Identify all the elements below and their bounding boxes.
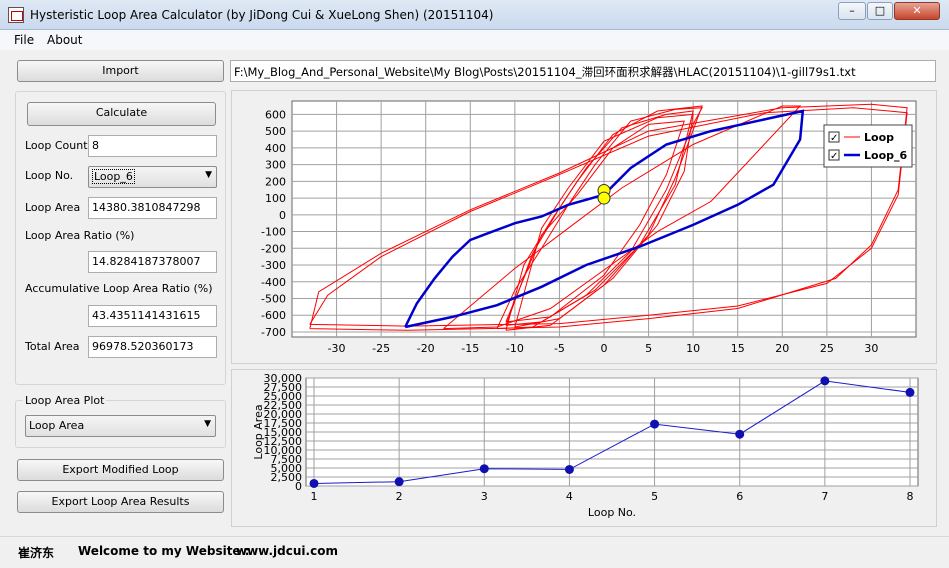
- x-tick-label: 8: [907, 490, 914, 503]
- x-tick-label: 2: [396, 490, 403, 503]
- loop-area-chart-frame: 1 2 3 4 5 6 7 8 0 2,500 5,000 7,500 10,000 12,500 15,0…: [231, 369, 937, 527]
- y-tick-label: 300: [265, 159, 286, 172]
- calculate-panel: Calculate Loop Count 8 Loop No. Loop_6 ▼…: [15, 91, 226, 385]
- checkmark-icon: ✓: [830, 133, 838, 144]
- import-button[interactable]: Import: [17, 60, 224, 82]
- window-title: Hysteristic Loop Area Calculator (by JiD…: [30, 8, 494, 22]
- loop-area-ratio-field[interactable]: 14.8284187378007: [88, 251, 217, 273]
- status-bar: 崔济东 Welcome to my Website : www.jdcui.co…: [0, 536, 949, 568]
- data-point: [735, 429, 745, 439]
- y-tick-label: 600: [265, 108, 286, 121]
- website-link[interactable]: www.jdcui.com: [236, 544, 338, 558]
- x-tick-label: -20: [417, 342, 435, 355]
- x-tick-label: -30: [328, 342, 346, 355]
- loop-no-select[interactable]: Loop_6 ▼: [88, 166, 217, 188]
- x-tick-label: 15: [731, 342, 745, 355]
- y-tick-label: 30,000: [264, 372, 303, 385]
- y-tick-label: -500: [261, 293, 286, 306]
- chevron-down-icon: ▼: [204, 419, 211, 429]
- loop-area-plot-label: Loop Area Plot: [23, 394, 107, 407]
- checkmark-icon: ✓: [830, 151, 838, 162]
- x-tick-label: 6: [736, 490, 743, 503]
- y-tick-label: -200: [261, 242, 286, 255]
- x-tick-label: 7: [821, 490, 828, 503]
- loop-area-plot-select[interactable]: Loop Area ▼: [25, 415, 216, 437]
- x-tick-label: 3: [481, 490, 488, 503]
- loop-area-chart[interactable]: 1 2 3 4 5 6 7 802,5005,0007,50010,00012,50015,0…: [232, 370, 936, 526]
- app-icon: [8, 7, 24, 23]
- loop-area-field[interactable]: 14380.3810847298: [88, 197, 217, 219]
- welcome-text: Welcome to my Website :: [78, 544, 250, 558]
- loop-count-field[interactable]: 8: [88, 135, 217, 157]
- x-tick-label: -15: [461, 342, 479, 355]
- loop-no-label: Loop No.: [25, 169, 74, 182]
- x-tick-label: 25: [820, 342, 834, 355]
- title-bar: Hysteristic Loop Area Calculator (by JiD…: [0, 0, 949, 30]
- y-tick-label: -400: [261, 276, 286, 289]
- total-area-field[interactable]: 96978.520360173: [88, 336, 217, 358]
- x-tick-label: 4: [566, 490, 573, 503]
- loop-no-value: Loop_6: [92, 169, 135, 184]
- loop-area-ratio-label: Loop Area Ratio (%): [25, 229, 135, 242]
- loop-area-plot-value: Loop Area: [29, 419, 85, 432]
- y-tick-label: -300: [261, 259, 286, 272]
- close-button[interactable]: ✕: [894, 2, 940, 20]
- author-name: 崔济东: [18, 546, 55, 560]
- x-tick-label: -5: [554, 342, 565, 355]
- marker-point-2: [597, 191, 611, 205]
- y-tick-label: 400: [265, 142, 286, 155]
- export-modified-loop-button[interactable]: Export Modified Loop: [17, 459, 224, 481]
- x-tick-label: -25: [372, 342, 390, 355]
- y-tick-label: -700: [261, 326, 286, 339]
- data-point: [309, 478, 319, 488]
- data-point: [479, 464, 489, 474]
- data-point: [564, 464, 574, 474]
- chevron-down-icon: ▼: [205, 170, 212, 180]
- x-tick-label: 30: [864, 342, 878, 355]
- data-point: [394, 477, 404, 487]
- minimize-button[interactable]: –: [838, 2, 866, 20]
- menu-file[interactable]: File: [14, 33, 34, 47]
- hysteresis-chart-frame: -30 -25 -20 -15 -10 -5 0 5 10 15 20 25 30 600 500 400 30…: [231, 90, 937, 364]
- export-loop-area-results-button[interactable]: Export Loop Area Results: [17, 491, 224, 513]
- y-tick-label: 100: [265, 192, 286, 205]
- x-tick-label: 20: [775, 342, 789, 355]
- x-axis-label: Loop No.: [588, 506, 636, 519]
- calculate-button[interactable]: Calculate: [27, 102, 216, 126]
- x-tick-label: 5: [645, 342, 652, 355]
- y-tick-label: 500: [265, 125, 286, 138]
- y-tick-label: 200: [265, 175, 286, 188]
- loop-count-label: Loop Count: [25, 139, 88, 152]
- x-tick-label: -10: [506, 342, 524, 355]
- data-point: [820, 376, 830, 386]
- x-tick-label: 10: [686, 342, 700, 355]
- x-tick-label: 1: [311, 490, 318, 503]
- legend-label: Loop: [864, 131, 894, 144]
- x-tick-label: 0: [601, 342, 608, 355]
- x-tick-label: 5: [651, 490, 658, 503]
- file-path-field[interactable]: F:\My_Blog_And_Personal_Website\My Blog\…: [230, 60, 936, 82]
- accumulative-ratio-label: Accumulative Loop Area Ratio (%): [25, 282, 213, 295]
- loop-area-plot-group: Loop Area Plot Loop Area ▼: [15, 394, 226, 448]
- y-tick-label: -100: [261, 226, 286, 239]
- y-axis-label: Loop Area: [252, 404, 265, 459]
- data-point: [650, 419, 660, 429]
- y-tick-label: -600: [261, 309, 286, 322]
- legend-label: Loop_6: [864, 149, 907, 162]
- menu-bar: File About: [0, 30, 949, 50]
- accumulative-ratio-field[interactable]: 43.4351141431615: [88, 305, 217, 327]
- total-area-label: Total Area: [25, 340, 80, 353]
- loop-area-label: Loop Area: [25, 201, 81, 214]
- menu-about[interactable]: About: [47, 33, 82, 47]
- maximize-button[interactable]: □: [867, 2, 893, 20]
- hysteresis-chart[interactable]: -30 -25 -20 -15 -10 -5 0 5 10 15 20 25 30 600 500 400 30…: [232, 91, 936, 363]
- y-tick-label: 0: [279, 209, 286, 222]
- data-point: [905, 387, 915, 397]
